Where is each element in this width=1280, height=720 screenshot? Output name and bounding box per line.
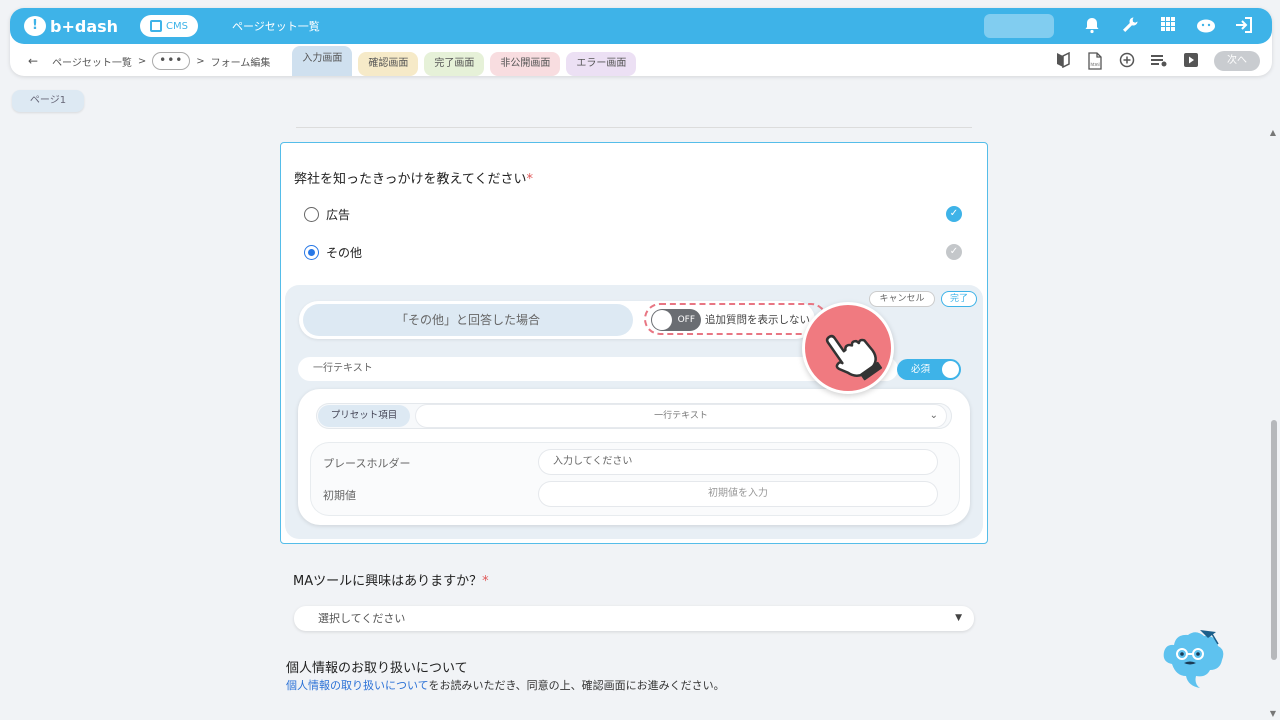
required-label: 必須: [911, 364, 931, 375]
logo-bubble-icon: !: [24, 16, 46, 36]
preset-value: 一行テキスト: [654, 411, 708, 421]
question2-select[interactable]: 選択してください ▼: [294, 606, 974, 631]
option-row-other[interactable]: その他: [304, 244, 362, 261]
preset-row: プリセット項目 一行テキスト ⌄: [316, 403, 952, 429]
breadcrumb-more-button[interactable]: •••: [152, 52, 191, 70]
svg-text:html: html: [1091, 62, 1100, 67]
option-label-ad: 広告: [326, 208, 351, 222]
wrench-icon[interactable]: [1120, 16, 1140, 36]
next-button[interactable]: 次へ: [1214, 51, 1260, 71]
mascot-helper-icon[interactable]: [1160, 626, 1226, 690]
check-circle-icon[interactable]: ✓: [946, 244, 962, 260]
screen-tabs: 入力画面 確認画面 完了画面 非公開画面 エラー画面: [292, 46, 637, 76]
required-mark: *: [482, 574, 489, 589]
tab-error-screen[interactable]: エラー画面: [566, 52, 637, 76]
question-title: 弊社を知ったきっかけを教えてください*: [294, 168, 533, 187]
page-title: ページセット一覧: [232, 20, 320, 33]
preview-play-icon[interactable]: [1182, 52, 1200, 70]
cms-label: CMS: [166, 20, 189, 32]
app-header: ! b+dash CMS ページセット一覧 ← ページセット一覧 > ••• >…: [10, 8, 1272, 76]
caret-down-icon: ▼: [955, 613, 962, 623]
tab-confirm-screen[interactable]: 確認画面: [358, 52, 419, 76]
section-divider: [296, 127, 972, 128]
app-logo[interactable]: ! b+dash: [24, 16, 118, 36]
placeholder-settings: プレースホルダー 入力してください 初期値 初期値を入力: [311, 443, 959, 515]
add-circle-icon[interactable]: [1118, 52, 1136, 70]
question2-title-text: MAツールに興味はありますか？: [293, 574, 483, 589]
html-file-icon[interactable]: html: [1086, 52, 1104, 70]
edit-icon: [150, 20, 163, 32]
tab-input-screen[interactable]: 入力画面: [292, 46, 353, 76]
page-chip[interactable]: ページ1: [12, 90, 84, 112]
pointer-hand-icon: [802, 302, 894, 394]
back-arrow-icon[interactable]: ←: [28, 54, 38, 68]
user-info[interactable]: [984, 14, 1054, 38]
bell-icon[interactable]: [1082, 16, 1102, 36]
condition-label: 「その他」と回答した場合: [303, 304, 633, 336]
required-mark: *: [526, 172, 533, 187]
placeholder-label: プレースホルダー: [323, 457, 411, 470]
breadcrumb-separator: >: [137, 55, 147, 67]
preset-select[interactable]: 一行テキスト ⌄: [416, 405, 946, 427]
toggle-label: OFF: [677, 315, 695, 325]
radio-ad[interactable]: [304, 207, 319, 222]
privacy-body: をお読みいただき、同意の上、確認画面にお進みください。: [428, 679, 725, 692]
toggle-note: 追加質問を表示しない: [705, 314, 810, 326]
question-title-text: 弊社を知ったきっかけを教えてください: [294, 172, 527, 187]
question2-title: MAツールに興味はありますか？*: [293, 570, 489, 589]
breadcrumb-bar: ← ページセット一覧 > ••• > フォーム編集 入力画面 確認画面 完了画面…: [10, 46, 1272, 76]
logo-text: b+dash: [50, 16, 119, 36]
scrollbar-thumb[interactable]: [1271, 420, 1277, 660]
settings-list-icon[interactable]: [1150, 52, 1168, 70]
cancel-button[interactable]: キャンセル: [869, 291, 935, 307]
tab-private-screen[interactable]: 非公開画面: [490, 52, 561, 76]
privacy-text: 個人情報の取り扱いについてをお読みいただき、同意の上、確認画面にお進みください。: [286, 677, 725, 693]
privacy-link[interactable]: 個人情報の取り扱いについて: [286, 679, 428, 692]
option-label-other: その他: [326, 246, 363, 260]
condition-bar: 「その他」と回答した場合 OFF 追加質問を表示しない: [299, 301, 827, 339]
toggle-knob: [942, 361, 959, 378]
followup-toggle[interactable]: OFF: [651, 309, 701, 331]
toggle-knob: [652, 310, 672, 330]
placeholder-input[interactable]: 入力してください: [539, 450, 937, 474]
required-toggle[interactable]: 必須: [897, 359, 961, 380]
done-button[interactable]: 完了: [941, 291, 977, 307]
field-settings: プリセット項目 一行テキスト ⌄ プレースホルダー 入力してください 初期値 初…: [298, 389, 970, 525]
breadcrumb-separator: >: [196, 55, 205, 67]
tab-complete-screen[interactable]: 完了画面: [424, 52, 485, 76]
default-value-input[interactable]: 初期値を入力: [539, 482, 937, 506]
option-row-ad[interactable]: 広告: [304, 206, 350, 223]
chevron-down-icon: ⌄: [929, 410, 938, 421]
beginner-mark-icon[interactable]: [1054, 51, 1072, 70]
logout-icon[interactable]: [1234, 16, 1254, 36]
question2-select-placeholder: 選択してください: [318, 612, 406, 625]
scroll-down-icon[interactable]: ▼: [1270, 709, 1276, 718]
privacy-title: 個人情報のお取り扱いについて: [286, 661, 468, 676]
radio-other[interactable]: [304, 245, 319, 260]
default-value-label: 初期値: [323, 489, 356, 502]
grid-icon[interactable]: [1158, 16, 1178, 36]
breadcrumb-form-edit: フォーム編集: [210, 57, 271, 69]
cms-button[interactable]: CMS: [140, 15, 199, 37]
breadcrumb-pageset-list[interactable]: ページセット一覧: [52, 54, 132, 69]
check-circle-icon[interactable]: ✓: [946, 206, 962, 222]
preset-label: プリセット項目: [318, 405, 410, 427]
cloud-avatar-icon[interactable]: [1196, 16, 1216, 36]
top-navigation-bar: ! b+dash CMS ページセット一覧: [10, 8, 1272, 44]
scroll-up-icon[interactable]: ▲: [1270, 128, 1276, 137]
